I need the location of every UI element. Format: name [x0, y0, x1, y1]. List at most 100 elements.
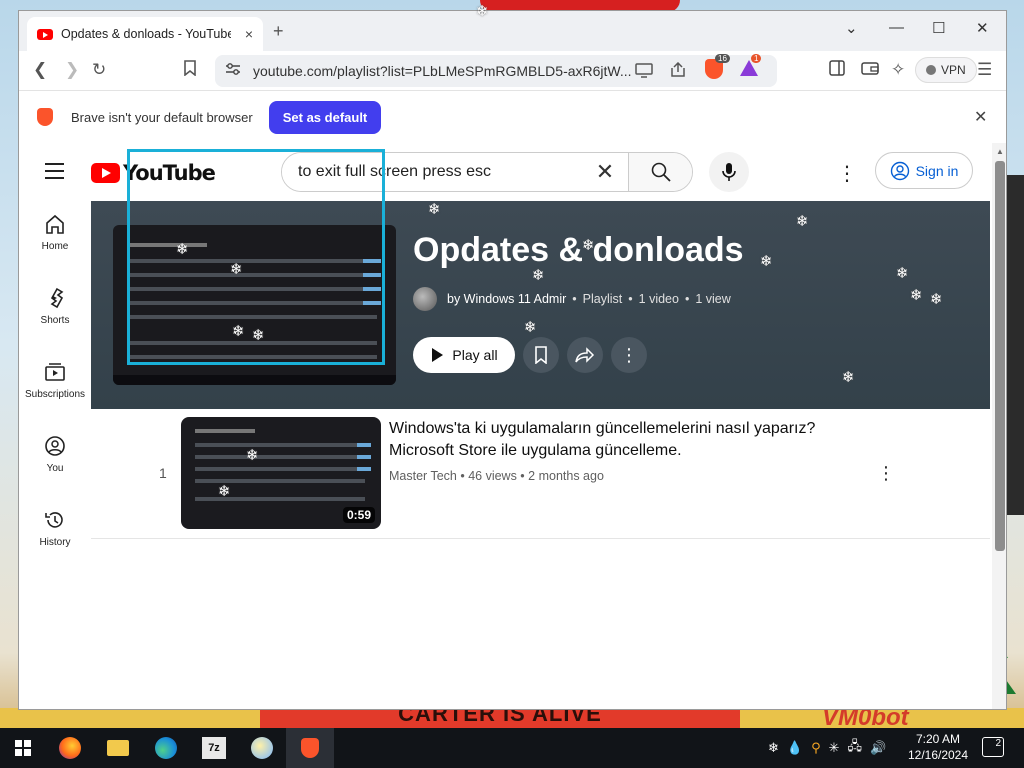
- settings-more-icon[interactable]: ⋮: [837, 161, 857, 186]
- search-icon: [651, 162, 671, 182]
- search-button[interactable]: [628, 153, 692, 191]
- voice-search-button[interactable]: [709, 152, 749, 192]
- tray-app-icon[interactable]: ❄: [768, 740, 779, 756]
- video-index: 1: [159, 465, 167, 481]
- paint-app-icon[interactable]: [238, 728, 286, 768]
- 7zip-app-icon[interactable]: 7z: [190, 728, 238, 768]
- infobar-close-icon[interactable]: ✕: [974, 107, 987, 127]
- network-icon[interactable]: 🖧: [848, 737, 863, 759]
- you-icon: [45, 436, 65, 456]
- chevron-down-icon[interactable]: ⌄: [845, 19, 858, 37]
- more-actions-icon[interactable]: ⋮: [611, 337, 647, 373]
- snowflake-icon: ❄: [930, 291, 943, 308]
- save-playlist-button[interactable]: [523, 337, 559, 373]
- file-explorer-icon[interactable]: [94, 728, 142, 768]
- start-button[interactable]: [0, 728, 46, 768]
- close-window-button[interactable]: ✕: [976, 19, 989, 37]
- snowflake-icon: ❄: [896, 265, 909, 282]
- sidebar-item-history[interactable]: History: [19, 497, 91, 571]
- title-bar: Opdates & donloads - YouTube × + ⌄ — ☐ ✕: [19, 11, 1006, 51]
- minimize-button[interactable]: —: [889, 19, 904, 36]
- set-as-default-button[interactable]: Set as default: [269, 101, 381, 134]
- video-title[interactable]: Windows'ta ki uygulamaların güncellemele…: [389, 418, 869, 462]
- share-icon[interactable]: [669, 61, 687, 83]
- scroll-thumb[interactable]: [995, 161, 1005, 551]
- youtube-play-logo-icon: [91, 163, 120, 183]
- sidebar-toggle-icon[interactable]: [829, 60, 845, 81]
- sidebar-item-shorts[interactable]: Shorts: [19, 275, 91, 349]
- mini-guide: Home Shorts Subscriptions You History: [19, 201, 91, 571]
- video-age: 2 months ago: [528, 469, 604, 483]
- leo-ai-icon[interactable]: ✧: [891, 60, 905, 80]
- tab-youtube-playlist[interactable]: Opdates & donloads - YouTube ×: [27, 17, 263, 51]
- account-circle-icon: [890, 161, 909, 180]
- microphone-icon: [722, 163, 736, 181]
- back-button[interactable]: ❮: [33, 60, 47, 80]
- bookmark-icon: [535, 346, 547, 364]
- notification-count: 2: [995, 738, 1001, 749]
- cast-icon[interactable]: [635, 62, 653, 83]
- snowflake-icon: ❄: [246, 447, 259, 464]
- video-channel[interactable]: Master Tech: [389, 469, 457, 483]
- sidebar-item-home[interactable]: Home: [19, 201, 91, 275]
- firefox-app-icon[interactable]: [46, 728, 94, 768]
- clock-time: 7:20 AM: [915, 732, 961, 746]
- channel-avatar[interactable]: [413, 287, 437, 311]
- site-settings-icon[interactable]: [225, 62, 241, 81]
- search-tray-icon[interactable]: ⚲: [811, 740, 821, 756]
- sparkle-icon[interactable]: ✳: [829, 740, 840, 756]
- playlist-meta: by Windows 11 Admir • Playlist • 1 video…: [413, 287, 731, 311]
- video-views: 46 views: [468, 469, 517, 483]
- page-scrollbar[interactable]: ▲: [992, 143, 1006, 709]
- video-meta: Master Tech • 46 views • 2 months ago: [389, 469, 604, 483]
- vpn-status-icon: [926, 65, 936, 75]
- address-bar[interactable]: youtube.com/playlist?list=PLbLMeSPmRGMBL…: [215, 55, 777, 87]
- default-browser-infobar: Brave isn't your default browser Set as …: [19, 91, 1006, 143]
- snowflake-icon: ❄: [230, 261, 243, 278]
- taskbar-clock[interactable]: 7:20 AM 12/16/2024: [906, 731, 970, 763]
- browser-window: Opdates & donloads - YouTube × + ⌄ — ☐ ✕…: [18, 10, 1007, 710]
- table-row[interactable]: 1 0:59 Windows'ta ki uygulamaların günce…: [91, 409, 990, 539]
- snowflake-icon: ❄: [252, 327, 265, 344]
- sidebar-item-subscriptions[interactable]: Subscriptions: [19, 349, 91, 423]
- shorts-icon: [50, 287, 64, 309]
- clear-search-icon[interactable]: ✕: [582, 153, 628, 191]
- play-all-label: Play all: [452, 347, 498, 363]
- browser-toolbar: ❮ ❯ ↻ youtube.com/playlist?list=PLbLMeSP…: [19, 51, 1006, 91]
- vpn-label: VPN: [941, 63, 966, 77]
- history-icon: [45, 512, 63, 528]
- play-all-button[interactable]: Play all: [413, 337, 515, 373]
- clock-date: 12/16/2024: [907, 748, 969, 762]
- wallet-icon[interactable]: [861, 60, 879, 81]
- volume-icon[interactable]: 🔊: [870, 740, 886, 756]
- snowflake-icon: ❄: [842, 369, 855, 386]
- playlist-author[interactable]: by Windows 11 Admir: [447, 292, 566, 306]
- video-thumbnail[interactable]: 0:59: [181, 417, 381, 529]
- snowflake-icon: ❄: [232, 323, 245, 340]
- shields-count-badge: 16: [715, 54, 730, 63]
- bookmark-icon[interactable]: [183, 60, 197, 81]
- scroll-up-icon[interactable]: ▲: [996, 147, 1004, 156]
- snowflake-icon: ❄: [532, 267, 545, 284]
- maximize-button[interactable]: ☐: [932, 19, 945, 37]
- forward-button[interactable]: ❯: [65, 60, 79, 80]
- sign-in-button[interactable]: Sign in: [875, 152, 973, 189]
- menu-icon[interactable]: ☰: [977, 60, 992, 80]
- guide-menu-icon[interactable]: [45, 163, 64, 184]
- reload-button[interactable]: ↻: [92, 60, 106, 80]
- share-playlist-button[interactable]: [567, 337, 603, 373]
- url-text: youtube.com/playlist?list=PLbLMeSPmRGMBL…: [253, 63, 632, 79]
- video-duration: 0:59: [342, 507, 375, 523]
- tab-title: Opdates & donloads - YouTube: [61, 27, 231, 41]
- tab-close-icon[interactable]: ×: [245, 26, 253, 42]
- water-drop-icon[interactable]: 💧: [787, 740, 803, 756]
- notification-center-icon[interactable]: 2: [982, 737, 1004, 757]
- new-tab-button[interactable]: +: [273, 21, 284, 42]
- brave-app-icon[interactable]: [286, 728, 334, 768]
- video-menu-icon[interactable]: ⋮: [877, 463, 895, 484]
- sign-in-label: Sign in: [915, 162, 959, 179]
- share-arrow-icon: [575, 347, 595, 363]
- vpn-button[interactable]: VPN: [915, 57, 977, 83]
- edge-app-icon[interactable]: [142, 728, 190, 768]
- sidebar-item-you[interactable]: You: [19, 423, 91, 497]
